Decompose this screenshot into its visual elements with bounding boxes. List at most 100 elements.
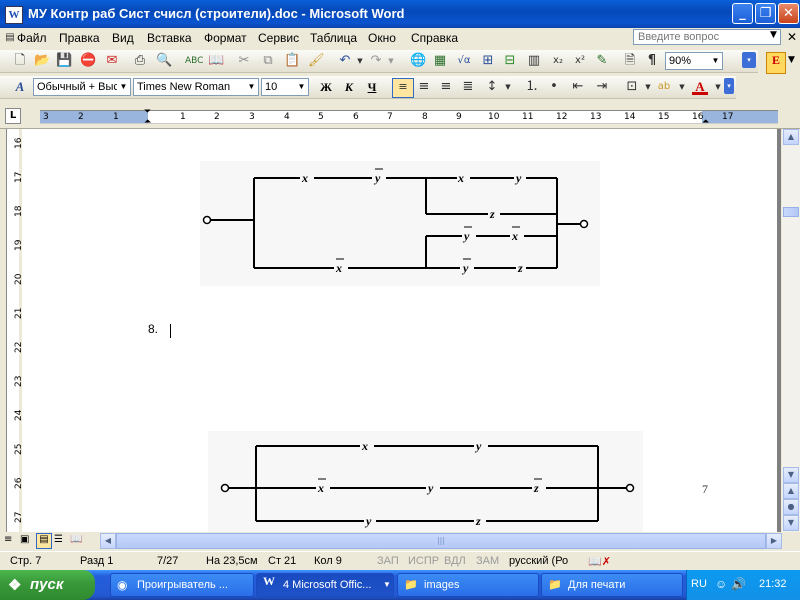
menu-window[interactable]: Окно: [368, 31, 396, 45]
vertical-scroll-thumb[interactable]: [783, 207, 799, 217]
italic-button[interactable]: К: [340, 79, 358, 96]
align-center-icon[interactable]: ≡: [416, 79, 432, 95]
increase-indent-icon[interactable]: ⇥: [594, 79, 610, 95]
insert-table-icon[interactable]: ⊞: [480, 53, 496, 69]
select-browse-object-button[interactable]: ●: [783, 499, 799, 515]
document-page[interactable]: x y x y z y x x y z 8. x y x y z y z 7: [22, 129, 777, 532]
highlight-dropdown-icon[interactable]: ▼: [674, 79, 690, 95]
style-select[interactable]: Обычный + Выс ▼: [33, 78, 131, 96]
undo-icon[interactable]: ↶: [337, 53, 353, 69]
status-ovr[interactable]: ЗАМ: [476, 555, 499, 567]
new-icon[interactable]: 🗋: [12, 53, 28, 69]
bold-button[interactable]: Ж: [317, 79, 335, 96]
status-trk[interactable]: ИСПР: [408, 555, 439, 567]
task-images-folder[interactable]: 📁 images: [397, 573, 539, 597]
scroll-up-button[interactable]: ▲: [783, 129, 799, 145]
open-icon[interactable]: 📂: [34, 53, 50, 69]
font-size-select[interactable]: 10 ▼: [261, 78, 309, 96]
minimize-button[interactable]: _: [732, 3, 753, 24]
tray-app-icon[interactable]: ☺: [715, 577, 727, 591]
paste-icon[interactable]: 📋: [284, 53, 300, 69]
right-indent-marker[interactable]: ⏶: [702, 117, 709, 127]
align-right-icon[interactable]: ≡: [438, 79, 454, 95]
menu-view[interactable]: Вид: [112, 31, 134, 45]
scroll-right-button[interactable]: ▶: [766, 533, 782, 549]
toolbar-options-icon[interactable]: ▾: [742, 52, 756, 68]
research-icon[interactable]: 📖: [208, 53, 224, 69]
document-menu-icon[interactable]: ▤: [2, 30, 18, 46]
task-print-folder[interactable]: 📁 Для печати: [541, 573, 683, 597]
styles-icon[interactable]: A: [12, 79, 28, 95]
drawing-icon[interactable]: ✎: [594, 53, 610, 69]
scroll-left-button[interactable]: ◀: [100, 533, 116, 549]
align-left-icon[interactable]: ≡: [392, 78, 414, 98]
normal-view-icon[interactable]: ≡: [4, 534, 12, 545]
print-layout-view-icon[interactable]: ▤: [36, 533, 52, 549]
speaker-icon[interactable]: 🔊: [731, 577, 746, 591]
vertical-ruler[interactable]: 16 17 18 19 20 21 22 23 24 25 26 27: [6, 129, 24, 532]
status-rec[interactable]: ЗАП: [377, 555, 399, 567]
close-document-icon[interactable]: ✕: [787, 30, 797, 44]
tab-selector-icon[interactable]: L: [5, 108, 21, 124]
horizontal-scrollbar[interactable]: ◀ ||| ▶: [100, 533, 782, 549]
menu-help[interactable]: Справка: [411, 31, 458, 45]
left-indent-marker[interactable]: ⏶: [144, 117, 151, 127]
menu-tools[interactable]: Сервис: [258, 31, 299, 45]
horizontal-ruler[interactable]: 3 2 1 1 2 3 4 5 6 7 8 9 10 11 12 13 14 1…: [40, 107, 778, 127]
print-icon[interactable]: ⎙: [132, 53, 148, 69]
menu-insert[interactable]: Вставка: [147, 31, 192, 45]
undo-dropdown-icon[interactable]: ▼: [352, 53, 368, 69]
start-button[interactable]: ❖ пуск: [0, 570, 95, 600]
language-indicator[interactable]: RU: [691, 578, 707, 590]
justify-icon[interactable]: ≣: [460, 79, 476, 95]
bullets-icon[interactable]: •: [546, 79, 562, 95]
cut-icon[interactable]: ✂: [236, 53, 252, 69]
menu-file[interactable]: Файл: [17, 31, 47, 45]
document-map-icon[interactable]: 🗎: [622, 53, 638, 69]
tables-borders-icon[interactable]: ▦: [432, 53, 448, 69]
underline-button[interactable]: Ч: [363, 79, 381, 96]
word-app-icon[interactable]: W: [5, 6, 23, 24]
horizontal-scroll-thumb[interactable]: |||: [116, 533, 766, 549]
line-spacing-dropdown-icon[interactable]: ▼: [500, 79, 516, 95]
format-toolbar-options-icon[interactable]: ▾: [724, 78, 734, 94]
menu-edit[interactable]: Правка: [59, 31, 100, 45]
ask-dropdown-icon[interactable]: ▼: [770, 30, 777, 40]
equation-icon[interactable]: √α: [456, 53, 472, 69]
numbering-icon[interactable]: ⒈: [524, 79, 540, 95]
borders-icon[interactable]: ⊡: [624, 79, 640, 95]
superscript-icon[interactable]: x²: [572, 53, 588, 69]
insert-excel-icon[interactable]: ⊟: [502, 53, 518, 69]
font-color-icon[interactable]: A: [692, 79, 708, 95]
task-player[interactable]: ◉ Проигрыватель ...: [110, 573, 254, 597]
highlight-icon[interactable]: ab: [656, 79, 672, 95]
email-icon[interactable]: ✉: [104, 53, 120, 69]
ask-question-input[interactable]: Введите вопрос: [633, 29, 781, 45]
status-ext[interactable]: ВДЛ: [444, 555, 466, 567]
redo-dropdown-icon[interactable]: ▼: [383, 53, 399, 69]
print-preview-icon[interactable]: 🔍: [156, 53, 172, 69]
font-select[interactable]: Times New Roman ▼: [133, 78, 259, 96]
permission-icon[interactable]: ⛔: [80, 53, 96, 69]
reading-view-icon[interactable]: 📖: [70, 534, 82, 545]
spelling-status-icon[interactable]: 📖✗: [588, 555, 611, 568]
web-view-icon[interactable]: ▣: [20, 534, 29, 545]
decrease-indent-icon[interactable]: ⇤: [570, 79, 586, 95]
subscript-icon[interactable]: x₂: [550, 53, 566, 69]
scroll-down-button[interactable]: ▼: [783, 467, 799, 483]
menu-table[interactable]: Таблица: [310, 31, 357, 45]
restore-button[interactable]: ❐: [755, 3, 776, 24]
task-word[interactable]: W 4 Microsoft Offic... ▼: [256, 573, 394, 597]
copy-icon[interactable]: ⧉: [260, 53, 276, 69]
spelling-icon[interactable]: ABC: [185, 53, 203, 69]
hyperlink-icon[interactable]: 🌐: [410, 53, 426, 69]
columns-icon[interactable]: ▥: [526, 53, 542, 69]
first-line-indent-marker[interactable]: ⏷: [144, 107, 151, 117]
addin-dropdown-icon[interactable]: ▼: [788, 55, 795, 65]
addin-e-icon[interactable]: E: [766, 52, 786, 74]
document-area[interactable]: x y x y z y x x y z 8. x y x y z y z 7: [22, 129, 781, 532]
save-icon[interactable]: 💾: [56, 53, 72, 69]
zoom-select[interactable]: 90% ▼: [665, 52, 723, 70]
show-hide-icon[interactable]: ¶: [644, 53, 660, 69]
close-button[interactable]: ✕: [778, 3, 799, 24]
